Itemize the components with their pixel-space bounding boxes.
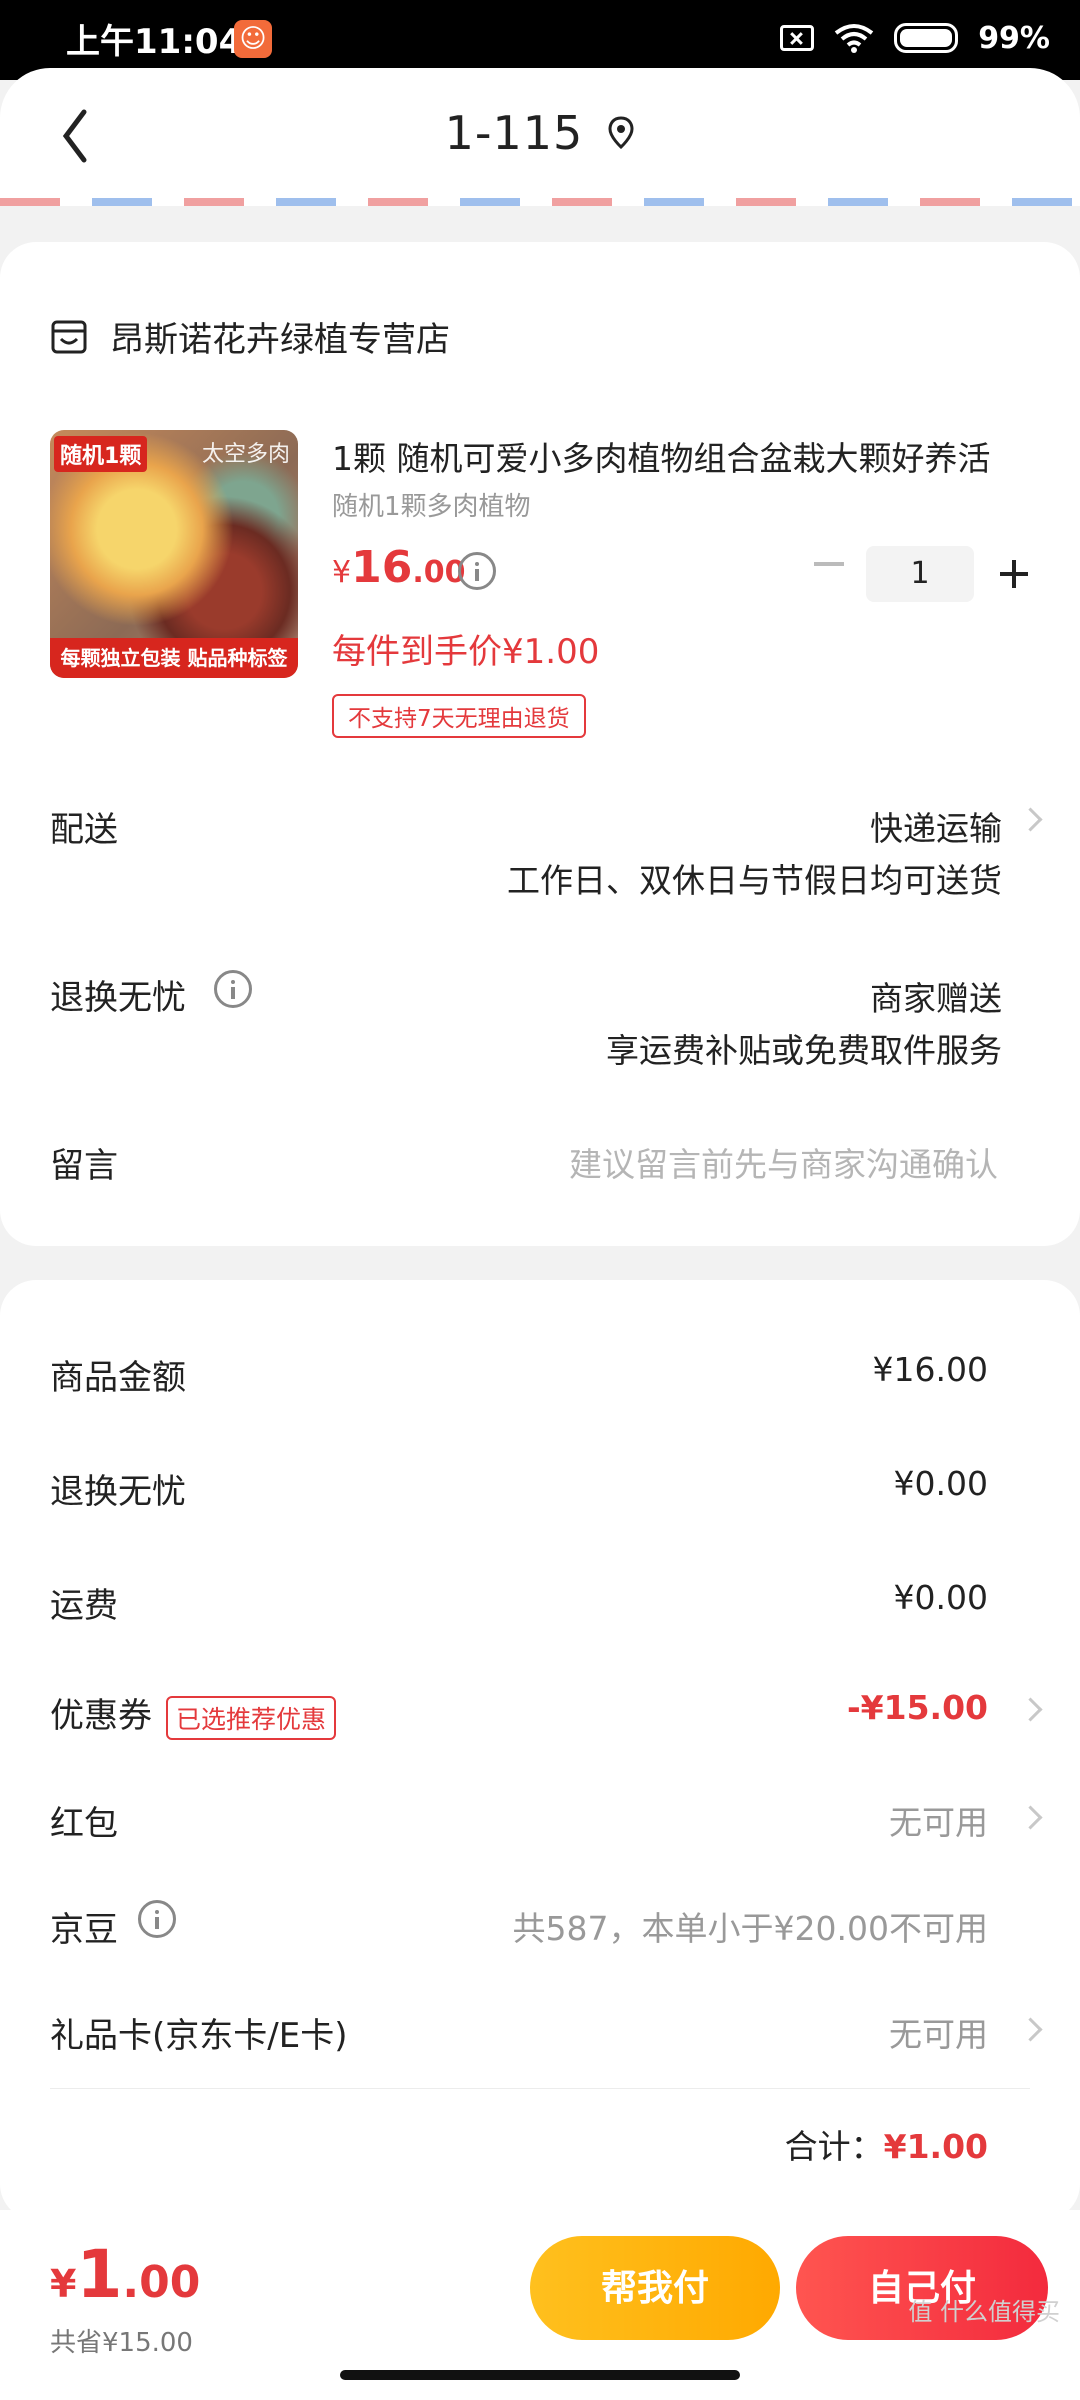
product-image[interactable]: 随机1颗 太空多肉 每颗独立包装 贴品种标签 [50, 430, 298, 678]
shop-name: 昂斯诺花卉绿植专营店 [110, 320, 450, 360]
coupon-label: 优惠券 [50, 1696, 152, 1736]
delivery-label: 配送 [50, 810, 118, 850]
wifi-icon [834, 23, 874, 53]
shipping-value: ¥0.00 [893, 1578, 988, 1617]
jingdou-label: 京豆 [50, 1910, 118, 1950]
quantity-minus-button[interactable] [814, 562, 844, 566]
coupon-tag: 已选推荐优惠 [166, 1695, 337, 1740]
quantity-input[interactable]: 1 [866, 546, 974, 602]
red-packet-chevron-icon[interactable] [1022, 1802, 1042, 1836]
bottom-total: ¥ 1 .00 [50, 2236, 200, 2313]
goods-amount-label: 商品金额 [50, 1358, 186, 1398]
red-packet-value[interactable]: 无可用 [889, 1796, 988, 1844]
battery-percent: 99% [978, 20, 1050, 56]
store-icon [51, 320, 87, 353]
location-pin-icon [608, 116, 634, 150]
total-row: 合计：¥1.00 [785, 2120, 988, 2168]
delivery-note: 工作日、双休日与节假日均可送货 [507, 861, 1002, 900]
total-label: 合计： [784, 2127, 884, 2166]
battery-icon [894, 23, 959, 53]
worry-free-value: 商家赠送 [870, 979, 1002, 1018]
delivery-chevron-icon[interactable] [1022, 804, 1042, 838]
header: 1-115 [0, 68, 1080, 206]
image-banner: 每颗独立包装 贴品种标签 [50, 638, 298, 678]
quantity-plus-button[interactable] [996, 546, 1032, 602]
image-tag-space: 太空多肉 [201, 442, 290, 467]
gift-card-chevron-icon[interactable] [1022, 2014, 1042, 2048]
return-policy-tag: 不支持7天无理由退货 [332, 694, 586, 738]
price-symbol: ¥ [332, 555, 352, 590]
page-title: 1-115 [444, 106, 584, 160]
product-price: ¥ 16 .00 [332, 542, 465, 593]
coupon-chevron-icon[interactable] [1022, 1694, 1042, 1728]
header-title-group[interactable]: 1-115 [0, 106, 1080, 160]
bottom-total-integer: 1 [76, 2236, 123, 2313]
red-packet-label: 红包 [50, 1804, 118, 1844]
image-tag-random: 随机1颗 [54, 436, 148, 472]
coupon-row[interactable]: 优惠券 已选推荐优惠 [50, 1688, 337, 1740]
saved-amount: 共省¥15.00 [50, 2328, 193, 2358]
app-notification-icon: ☺ [234, 20, 272, 58]
promo-price: 每件到手价¥1.00 [332, 632, 600, 672]
coupon-value[interactable]: -¥15.00 [847, 1688, 988, 1727]
order-card: 昂斯诺花卉绿植专营店 随机1颗 太空多肉 每颗独立包装 贴品种标签 1颗 随机可… [0, 242, 1080, 1246]
message-input[interactable]: 建议留言前先与商家沟通确认 [569, 1138, 998, 1186]
goods-amount-value: ¥16.00 [872, 1350, 988, 1389]
worry-free-label: 退换无忧 [50, 978, 186, 1018]
total-amount: ¥1.00 [883, 2127, 988, 2166]
worry-free-cost-value: ¥0.00 [893, 1464, 988, 1503]
bottom-total-decimal: .00 [122, 2257, 201, 2308]
cost-card: 商品金额 ¥16.00 退换无忧 ¥0.00 运费 ¥0.00 优惠券 已选推荐优… [0, 1280, 1080, 2220]
jingdou-value: 共587，本单小于¥20.00不可用 [512, 1909, 988, 1948]
worry-free-note: 享运费补贴或免费取件服务 [606, 1031, 1002, 1070]
worry-free-cost-label: 退换无忧 [50, 1472, 186, 1512]
shop-row[interactable]: 昂斯诺花卉绿植专营店 [50, 312, 450, 361]
status-time: 上午11:04 [66, 22, 243, 62]
message-label: 留言 [50, 1146, 118, 1186]
no-sim-icon [780, 25, 815, 51]
divider [50, 2088, 1030, 2089]
bottom-bar: ¥ 1 .00 共省¥15.00 帮我付 自己付 值 什么值得买 [0, 2210, 1080, 2400]
gift-card-label: 礼品卡(京东卡/E卡) [50, 2016, 348, 2056]
bottom-total-symbol: ¥ [50, 2262, 77, 2306]
price-integer: 16 [351, 542, 413, 593]
delivery-method[interactable]: 快递运输 [870, 802, 1002, 850]
product-subtitle: 随机1颗多肉植物 [332, 492, 531, 522]
home-indicator[interactable] [340, 2370, 740, 2380]
shipping-label: 运费 [50, 1586, 118, 1626]
jingdou-info-icon[interactable] [138, 1900, 176, 1938]
airmail-border [0, 198, 1080, 206]
help-pay-button[interactable]: 帮我付 [530, 2236, 780, 2340]
watermark: 值 什么值得买 [908, 2298, 1060, 2326]
gift-card-value[interactable]: 无可用 [889, 2008, 988, 2056]
status-right: 99% [780, 16, 1050, 60]
worry-free-info-icon[interactable] [214, 970, 252, 1008]
price-info-icon[interactable] [458, 552, 496, 590]
product-title[interactable]: 1颗 随机可爱小多肉植物组合盆栽大颗好养活 [332, 432, 1012, 480]
